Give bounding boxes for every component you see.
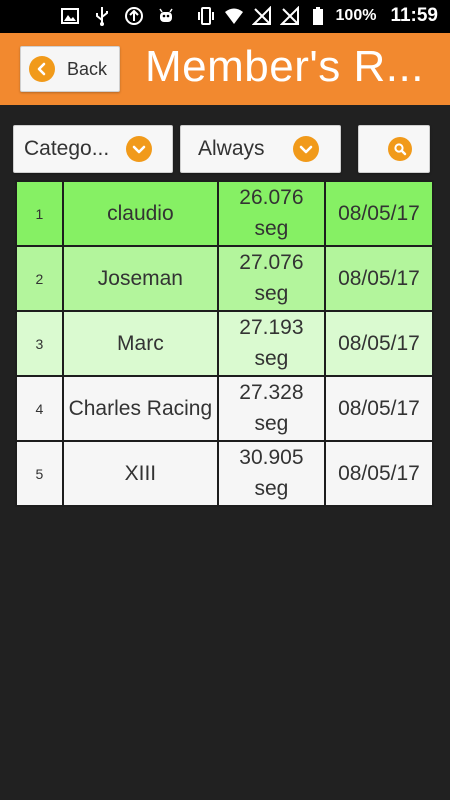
table-row[interactable]: 1 claudio 26.076 seg 08/05/17 xyxy=(15,180,435,247)
period-dropdown[interactable]: Always xyxy=(180,125,341,173)
battery-percentage: 100% xyxy=(335,7,377,24)
rank-position: 2 xyxy=(15,245,64,312)
battery-icon xyxy=(312,7,323,25)
category-dropdown-label: Catego... xyxy=(24,137,110,160)
chevron-down-icon xyxy=(293,136,319,162)
lap-time-value: 27.193 xyxy=(239,316,304,340)
table-row[interactable]: 2 Joseman 27.076 seg 08/05/17 xyxy=(15,245,435,312)
search-icon xyxy=(388,137,412,161)
clock: 11:59 xyxy=(390,5,438,26)
status-bar-system: 100% 11:59 xyxy=(196,5,438,27)
lap-date: 08/05/17 xyxy=(323,180,435,247)
lap-time-unit: seg xyxy=(254,346,289,370)
no-signal-icon xyxy=(279,6,299,25)
back-button-label: Back xyxy=(67,58,108,79)
chevron-down-icon xyxy=(126,136,152,162)
usb-icon xyxy=(96,7,108,26)
android-icon xyxy=(159,8,173,22)
member-name: claudio xyxy=(61,180,219,247)
filter-bar: Catego... Always xyxy=(0,125,450,175)
lap-date: 08/05/17 xyxy=(323,310,435,377)
search-button[interactable] xyxy=(358,125,430,173)
lap-time-unit: seg xyxy=(254,216,289,240)
member-name: Charles Racing xyxy=(61,375,219,442)
lap-time-value: 26.076 xyxy=(239,186,304,210)
lap-date: 08/05/17 xyxy=(323,375,435,442)
rank-position: 5 xyxy=(15,440,64,507)
lap-time-unit: seg xyxy=(254,476,289,500)
member-name: Joseman xyxy=(61,245,219,312)
back-button[interactable]: Back xyxy=(20,46,120,92)
lap-time-unit: seg xyxy=(254,281,289,305)
status-bar-notifications xyxy=(60,6,176,26)
wifi-icon xyxy=(224,8,243,24)
rank-position: 1 xyxy=(15,180,64,247)
lap-time-value: 27.328 xyxy=(239,381,304,405)
app-bar: Back Member's R... xyxy=(0,33,450,105)
lap-time-unit: seg xyxy=(254,411,289,435)
upload-icon xyxy=(125,7,143,25)
table-row[interactable]: 5 XIII 30.905 seg 08/05/17 xyxy=(15,440,435,507)
vibrate-icon xyxy=(197,7,214,25)
no-signal-icon xyxy=(251,6,271,25)
member-name: Marc xyxy=(61,310,219,377)
chevron-left-icon xyxy=(29,56,55,82)
lap-time: 27.193 seg xyxy=(216,310,326,377)
table-row[interactable]: 3 Marc 27.193 seg 08/05/17 xyxy=(15,310,435,377)
page-title: Member's R... xyxy=(145,42,424,91)
lap-time: 26.076 seg xyxy=(216,180,326,247)
period-dropdown-label: Always xyxy=(198,137,265,160)
category-dropdown[interactable]: Catego... xyxy=(13,125,173,173)
table-row[interactable]: 4 Charles Racing 27.328 seg 08/05/17 xyxy=(15,375,435,442)
lap-date: 08/05/17 xyxy=(323,440,435,507)
lap-time: 27.328 seg xyxy=(216,375,326,442)
rank-position: 3 xyxy=(15,310,64,377)
lap-time-value: 30.905 xyxy=(239,446,304,470)
lap-time: 30.905 seg xyxy=(216,440,326,507)
status-bar: 100% 11:59 xyxy=(0,0,450,33)
lap-time-value: 27.076 xyxy=(239,251,304,275)
ranking-table: 1 claudio 26.076 seg 08/05/17 2 Joseman 2… xyxy=(15,180,435,507)
lap-time: 27.076 seg xyxy=(216,245,326,312)
member-name: XIII xyxy=(61,440,219,507)
rank-position: 4 xyxy=(15,375,64,442)
image-icon xyxy=(61,8,79,24)
lap-date: 08/05/17 xyxy=(323,245,435,312)
